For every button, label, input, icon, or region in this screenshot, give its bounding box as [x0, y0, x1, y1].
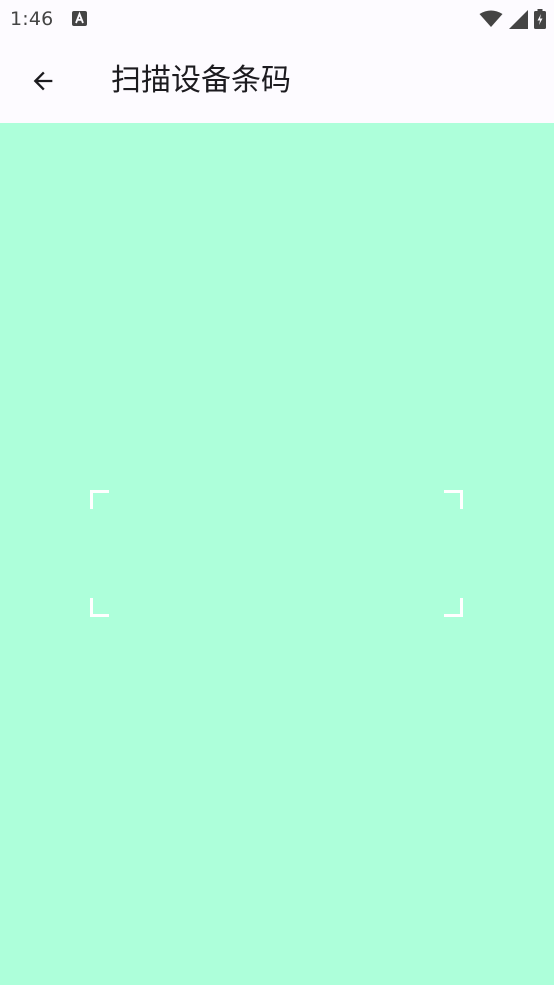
- scan-frame: [90, 490, 463, 617]
- scan-frame-corner-bottom-right: [444, 598, 463, 617]
- scan-frame-corner-top-right: [444, 490, 463, 509]
- scan-frame-corner-bottom-left: [90, 598, 109, 617]
- wifi-icon: [479, 10, 503, 27]
- status-bar: 1:46: [0, 0, 554, 40]
- a-notification-icon: [72, 11, 87, 26]
- battery-charging-icon: [534, 9, 546, 29]
- page-title: 扫描设备条码: [111, 63, 291, 98]
- app-bar: 扫描设备条码: [0, 40, 554, 123]
- scan-frame-corner-top-left: [90, 490, 109, 509]
- arrow-back-icon: [33, 71, 53, 91]
- back-button[interactable]: [18, 56, 68, 106]
- status-time: 1:46: [10, 8, 54, 30]
- scanner-camera-view[interactable]: [0, 123, 554, 985]
- status-icons: [479, 8, 546, 30]
- signal-icon: [509, 9, 528, 29]
